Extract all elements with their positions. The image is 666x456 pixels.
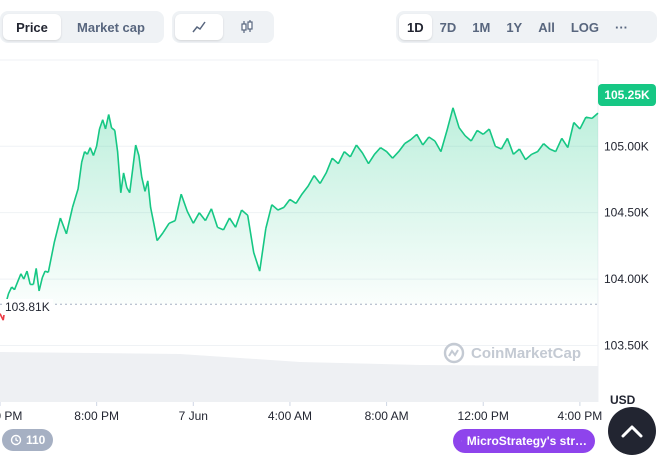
price-chart[interactable]: 105.00K 104.50K 104.00K 103.50K 4:00 PM 8:00… <box>0 0 666 456</box>
currency-label: USD <box>610 393 636 407</box>
lightning-icon <box>461 440 462 442</box>
y-tick-label: 105.00K <box>604 139 649 153</box>
news-badge-text: MicroStrategy's str… <box>466 434 587 448</box>
y-axis: 105.00K 104.50K 104.00K 103.50K <box>604 139 649 352</box>
scroll-to-top-button[interactable] <box>608 407 656 455</box>
events-history-button[interactable]: 110 <box>2 429 54 451</box>
history-icon <box>10 434 22 446</box>
watermark-text: CoinMarketCap <box>471 344 582 362</box>
x-tick-label: 4:00 PM <box>558 409 603 423</box>
coinmarketcap-watermark: CoinMarketCap <box>443 342 581 364</box>
y-tick-label: 104.50K <box>604 206 649 220</box>
x-tick-label: 8:00 AM <box>365 409 409 423</box>
reference-price-label: 103.81K <box>2 299 53 315</box>
x-axis: 4:00 PM 8:00 PM 7 Jun 4:00 AM 8:00 AM 12:00 P… <box>0 402 602 423</box>
x-tick-label: 8:00 PM <box>74 409 119 423</box>
news-event-badge[interactable]: MicroStrategy's str… <box>453 429 595 453</box>
coinmarketcap-logo-icon <box>443 342 465 364</box>
y-tick-label: 103.50K <box>604 338 649 352</box>
current-price-badge: 105.25K <box>598 84 656 106</box>
x-tick-label: 7 Jun <box>179 409 208 423</box>
events-count: 110 <box>26 433 46 447</box>
x-tick-label: 4:00 PM <box>0 409 22 423</box>
y-tick-label: 104.00K <box>604 272 649 286</box>
x-tick-label: 4:00 AM <box>268 409 312 423</box>
chevron-up-icon <box>621 425 643 438</box>
x-tick-label: 12:00 PM <box>458 409 509 423</box>
price-area-fill <box>0 107 598 305</box>
